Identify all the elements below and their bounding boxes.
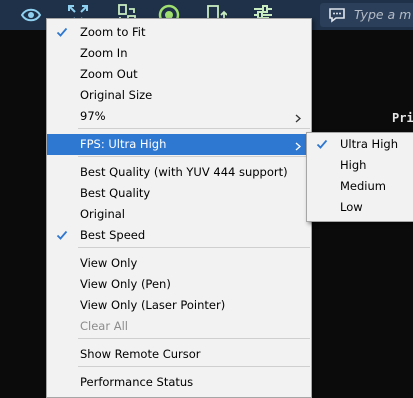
menu-item-label: View Only	[80, 256, 138, 270]
menu-separator	[78, 366, 310, 367]
fps-submenu: Ultra High High Medium Low	[306, 132, 413, 222]
menu-item-zoom-to-fit[interactable]: Zoom to Fit	[47, 22, 311, 43]
menu-item-label: Best Speed	[80, 228, 146, 242]
menu-separator	[78, 156, 310, 157]
menu-item-label: Zoom Out	[80, 67, 138, 81]
menu-item-clear-all: Clear All	[47, 316, 311, 337]
menu-item-label: Show Remote Cursor	[80, 347, 201, 361]
menu-item-label: Low	[340, 200, 363, 214]
menu-item-original[interactable]: Original	[47, 204, 311, 225]
menu-item-label: FPS: Ultra High	[80, 137, 167, 151]
menu-item-label: Clear All	[80, 319, 128, 333]
menu-item-best-quality[interactable]: Best Quality	[47, 183, 311, 204]
chat-box	[320, 3, 413, 27]
menu-item-label: Medium	[340, 179, 386, 193]
fps-option-low[interactable]: Low	[307, 197, 413, 218]
menu-item-show-remote-cursor[interactable]: Show Remote Cursor	[47, 344, 311, 365]
menu-separator	[78, 128, 310, 129]
remote-screen-text: Pri	[392, 111, 413, 125]
menu-separator	[78, 247, 310, 248]
menu-item-label: Zoom In	[80, 46, 128, 60]
menu-item-view-only-pen[interactable]: View Only (Pen)	[47, 274, 311, 295]
chat-bubble-icon[interactable]	[328, 7, 346, 23]
menu-item-label: Ultra High	[340, 137, 398, 151]
menu-item-fps-ultra-high[interactable]: FPS: Ultra High	[47, 134, 311, 155]
menu-item-label: Performance Status	[80, 375, 194, 389]
menu-item-label: Original Size	[80, 88, 153, 102]
menu-item-best-speed[interactable]: Best Speed	[47, 225, 311, 246]
submenu-arrow-icon	[295, 140, 301, 151]
checkmark-icon	[56, 229, 68, 241]
menu-item-view-only-laser-pointer[interactable]: View Only (Laser Pointer)	[47, 295, 311, 316]
menu-item-original-size[interactable]: Original Size	[47, 85, 311, 106]
checkmark-icon	[316, 138, 328, 150]
fps-option-ultra-high[interactable]: Ultra High	[307, 134, 413, 155]
menu-item-zoom-in[interactable]: Zoom In	[47, 43, 311, 64]
menu-item-label: 97%	[80, 109, 106, 123]
fps-option-high[interactable]: High	[307, 155, 413, 176]
menu-item-label: View Only (Pen)	[80, 277, 171, 291]
menu-item-best-quality-with-yuv-444-support[interactable]: Best Quality (with YUV 444 support)	[47, 162, 311, 183]
menu-item-label: Best Quality (with YUV 444 support)	[80, 165, 288, 179]
menu-item-label: View Only (Laser Pointer)	[80, 298, 226, 312]
view-menu: Zoom to Fit Zoom In Zoom Out Original Size 9…	[46, 18, 312, 398]
menu-item-view-only[interactable]: View Only	[47, 253, 311, 274]
menu-item-performance-status[interactable]: Performance Status	[47, 372, 311, 393]
menu-item-label: Original	[80, 207, 126, 221]
checkmark-icon	[56, 26, 68, 38]
menu-item-label: Best Quality	[80, 186, 151, 200]
eye-icon[interactable]	[20, 4, 42, 26]
menu-item-zoom-out[interactable]: Zoom Out	[47, 64, 311, 85]
menu-item-97[interactable]: 97%	[47, 106, 311, 127]
chat-input[interactable]	[354, 3, 412, 27]
fps-option-medium[interactable]: Medium	[307, 176, 413, 197]
menu-item-label: High	[340, 158, 367, 172]
submenu-arrow-icon	[295, 112, 301, 123]
menu-separator	[78, 338, 310, 339]
menu-item-label: Zoom to Fit	[80, 25, 146, 39]
